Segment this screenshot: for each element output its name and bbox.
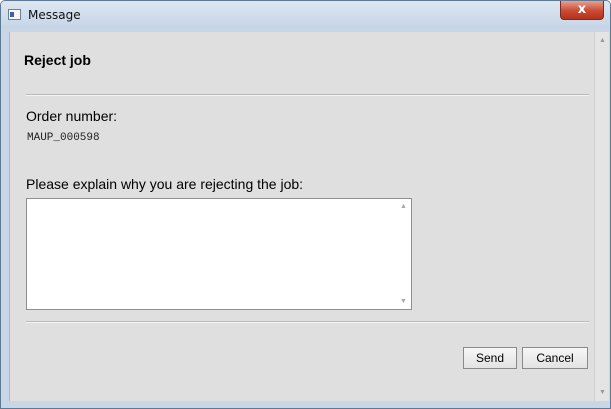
reject-reason-textarea[interactable] [27,199,396,309]
reject-reason-label: Please explain why you are rejecting the… [26,176,304,192]
send-button[interactable]: Send [463,347,517,369]
footer-separator [26,321,589,323]
textarea-scrollbar[interactable]: ▲ ▼ [396,199,411,309]
scroll-down-arrow-icon[interactable]: ▼ [595,389,610,396]
reject-reason-box: ▲ ▼ [26,198,412,310]
scroll-up-arrow-icon[interactable]: ▲ [595,37,610,44]
window-scrollbar[interactable]: ▲ ▼ [594,32,609,401]
header-separator [26,94,589,96]
dialog-body: Reject job Order number: MAUP_000598 Ple… [9,32,594,401]
close-icon: x [577,2,587,17]
window-app-icon [8,9,21,20]
window-title: Message [28,8,81,22]
order-number-value: MAUP_000598 [27,132,100,144]
dialog-header-title: Reject job [24,52,91,68]
scroll-down-arrow-icon[interactable]: ▼ [396,298,411,305]
title-bar[interactable]: Message x [1,1,610,29]
close-button[interactable]: x [560,1,604,20]
message-window: Message x Reject job Order number: MAUP_… [0,0,611,409]
scroll-up-arrow-icon[interactable]: ▲ [396,203,411,210]
cancel-button[interactable]: Cancel [522,347,588,369]
order-number-label: Order number: [26,108,118,124]
